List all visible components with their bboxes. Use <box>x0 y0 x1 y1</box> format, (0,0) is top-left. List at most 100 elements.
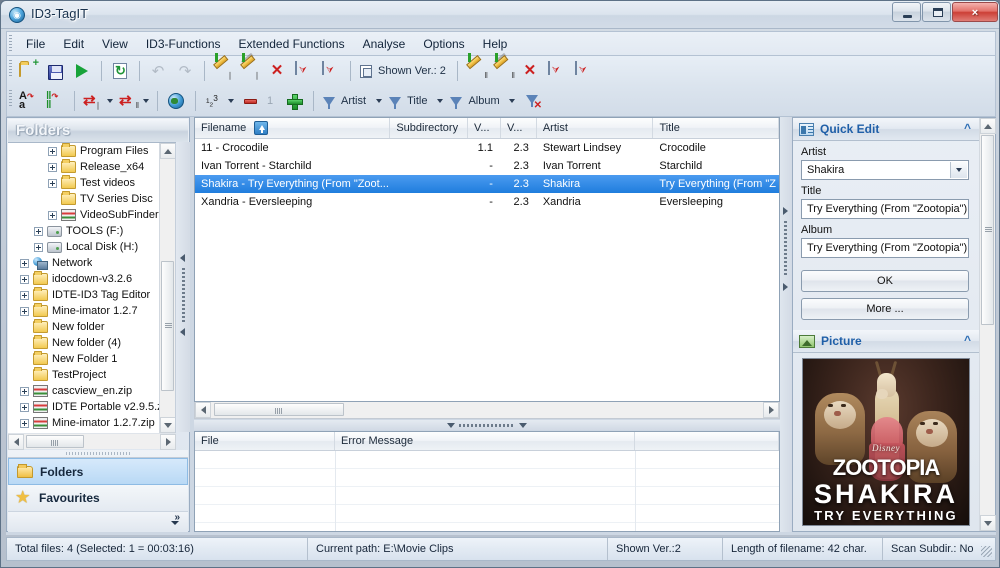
tree-node[interactable]: cascview_en.zip <box>8 383 160 399</box>
expand-icon[interactable] <box>20 258 29 268</box>
expand-icon[interactable] <box>48 210 57 220</box>
tree-node[interactable]: Program Files <box>8 143 160 159</box>
album-artwork[interactable]: Disney ZOOTOPIA SHAKIRA TRY EVERYTHING <box>802 358 970 526</box>
tree-node[interactable]: New folder (4) <box>8 335 160 351</box>
paste-tag-v1-button[interactable] <box>318 59 344 83</box>
tree-node[interactable]: idocdown-v3.2.6 <box>8 271 160 287</box>
menu-item-id3-functions[interactable]: ID3-Functions <box>137 34 230 54</box>
edit-tags-v2-button[interactable]: ‖ <box>490 59 516 83</box>
filter-album-dropdown[interactable]: Album <box>446 89 518 113</box>
menu-item-view[interactable]: View <box>93 34 137 54</box>
tree-node[interactable]: New Folder 1 <box>8 351 160 367</box>
online-lookup-button[interactable] <box>163 89 189 113</box>
folder-tree[interactable]: Program Files Release_x64 Test videos TV… <box>8 143 176 433</box>
tag-to-filename-button[interactable]: ⇄ ∣ <box>80 89 116 113</box>
menu-item-edit[interactable]: Edit <box>54 34 93 54</box>
edit-tags-v1-button[interactable]: ∣ <box>237 59 263 83</box>
tree-node[interactable]: Local Disk (H:) <box>8 239 160 255</box>
expand-icon[interactable] <box>48 162 57 172</box>
tree-horizontal-scrollbar[interactable] <box>8 433 176 450</box>
column-header-subdirectory[interactable]: Subdirectory <box>390 118 469 138</box>
paste-tag-v2-button[interactable] <box>571 59 597 83</box>
resize-grip[interactable] <box>981 546 992 557</box>
tree-node[interactable]: Network <box>8 255 160 271</box>
copy-tag-v2-button[interactable] <box>544 59 570 83</box>
menu-item-file[interactable]: File <box>17 34 54 54</box>
expand-icon[interactable] <box>20 418 29 428</box>
right-panel-scrollbar[interactable] <box>979 118 996 531</box>
filter-artist-dropdown[interactable]: Artist <box>319 89 385 113</box>
tree-node[interactable]: Mine-imator 1.2.7.zip <box>8 415 160 431</box>
delete-tag-v2-button[interactable]: ✕ <box>517 59 543 83</box>
dock-grip[interactable] <box>8 450 188 458</box>
filter-title-dropdown[interactable]: Title <box>385 89 446 113</box>
chevron-up-icon[interactable]: ^ <box>964 122 971 134</box>
scroll-down-button[interactable] <box>980 515 996 531</box>
scroll-down-button[interactable] <box>160 417 175 433</box>
file-list-horizontal-scrollbar[interactable] <box>194 402 780 419</box>
open-folder-button[interactable]: + <box>15 58 41 83</box>
column-header-artist[interactable]: Artist <box>537 118 654 138</box>
dock-overflow-button[interactable]: » <box>8 512 188 530</box>
horizontal-splitter[interactable] <box>194 420 780 430</box>
scroll-thumb[interactable] <box>981 135 994 325</box>
album-input[interactable]: Try Everything (From "Zootopia") <box>801 238 969 258</box>
collapse-left-arrow-icon[interactable] <box>180 328 185 336</box>
play-button[interactable] <box>69 59 95 83</box>
expand-icon[interactable] <box>48 146 57 156</box>
dock-button-folders[interactable]: Folders <box>8 458 188 485</box>
case-convert-v2-button[interactable]: ‖↷ ‖ <box>42 89 68 113</box>
maximize-button[interactable] <box>922 2 951 22</box>
artist-combobox[interactable]: Shakira <box>801 160 969 180</box>
left-splitter[interactable] <box>176 142 190 432</box>
column-header-file[interactable]: File <box>195 432 335 450</box>
expand-icon[interactable] <box>20 386 29 396</box>
scroll-right-button[interactable] <box>160 434 176 450</box>
edit-tag-v1-button[interactable]: ∣ <box>210 59 236 83</box>
tag-to-filename-v2-button[interactable]: ⇄ ‖ <box>116 89 152 113</box>
expand-icon[interactable] <box>20 290 29 300</box>
redo-button[interactable]: ↷ <box>172 59 198 83</box>
expand-icon[interactable] <box>20 306 29 316</box>
expand-icon[interactable] <box>34 242 43 252</box>
collapse-down-arrow-icon[interactable] <box>447 422 455 428</box>
delete-tag-v1-button[interactable]: ✕ <box>264 59 290 83</box>
table-row[interactable]: 11 - Crocodile 1.1 2.3 Stewart Lindsey C… <box>195 139 779 157</box>
picture-section-header[interactable]: Picture ^ <box>793 330 979 353</box>
tree-vertical-scrollbar[interactable] <box>159 143 175 433</box>
dock-button-favourites[interactable]: ★ Favourites <box>8 485 188 512</box>
tree-node[interactable]: IDTE Portable v2.9.5.zip <box>8 399 160 415</box>
error-list[interactable]: File Error Message <box>194 431 780 532</box>
tree-node[interactable]: Mine-imator 1.2.7 <box>8 303 160 319</box>
decrement-button[interactable] <box>237 89 263 113</box>
tree-node[interactable]: TestProject <box>8 367 160 383</box>
ok-button[interactable]: OK <box>801 270 969 292</box>
tree-node[interactable]: Release_x64 <box>8 159 160 175</box>
collapse-right-arrow-icon[interactable] <box>783 207 788 215</box>
tree-node[interactable]: TV Series Disc <box>8 191 160 207</box>
scroll-thumb[interactable] <box>26 435 84 448</box>
clear-filter-button[interactable] <box>519 89 545 113</box>
tree-node[interactable]: New folder <box>8 319 160 335</box>
menu-item-help[interactable]: Help <box>474 34 517 54</box>
undo-button[interactable]: ↶ <box>145 59 171 83</box>
title-input[interactable]: Try Everything (From "Zootopia") <box>801 199 969 219</box>
file-list[interactable]: Filename Subdirectory V... V... Artist T… <box>194 117 780 402</box>
collapse-down-arrow-icon[interactable] <box>519 422 527 428</box>
scroll-left-button[interactable] <box>195 402 211 418</box>
tree-node[interactable]: TOOLS (F:) <box>8 223 160 239</box>
expand-icon[interactable] <box>48 178 57 188</box>
expand-icon[interactable] <box>20 274 29 284</box>
dropdown-button[interactable] <box>950 162 967 178</box>
edit-tag-v2-button[interactable]: ‖ <box>463 59 489 83</box>
refresh-button[interactable] <box>107 59 133 83</box>
menu-item-options[interactable]: Options <box>414 34 473 54</box>
case-convert-button[interactable]: A↷ a <box>15 89 41 113</box>
scroll-thumb[interactable] <box>161 261 174 391</box>
scroll-right-button[interactable] <box>763 402 779 418</box>
column-header-v1[interactable]: V... <box>468 118 501 138</box>
tree-node[interactable]: Test videos <box>8 175 160 191</box>
column-header-filename[interactable]: Filename <box>195 118 391 138</box>
table-row[interactable]: Xandria - Eversleeping - 2.3 Xandria Eve… <box>195 193 779 211</box>
table-row[interactable]: Ivan Torrent - Starchild - 2.3 Ivan Torr… <box>195 157 779 175</box>
